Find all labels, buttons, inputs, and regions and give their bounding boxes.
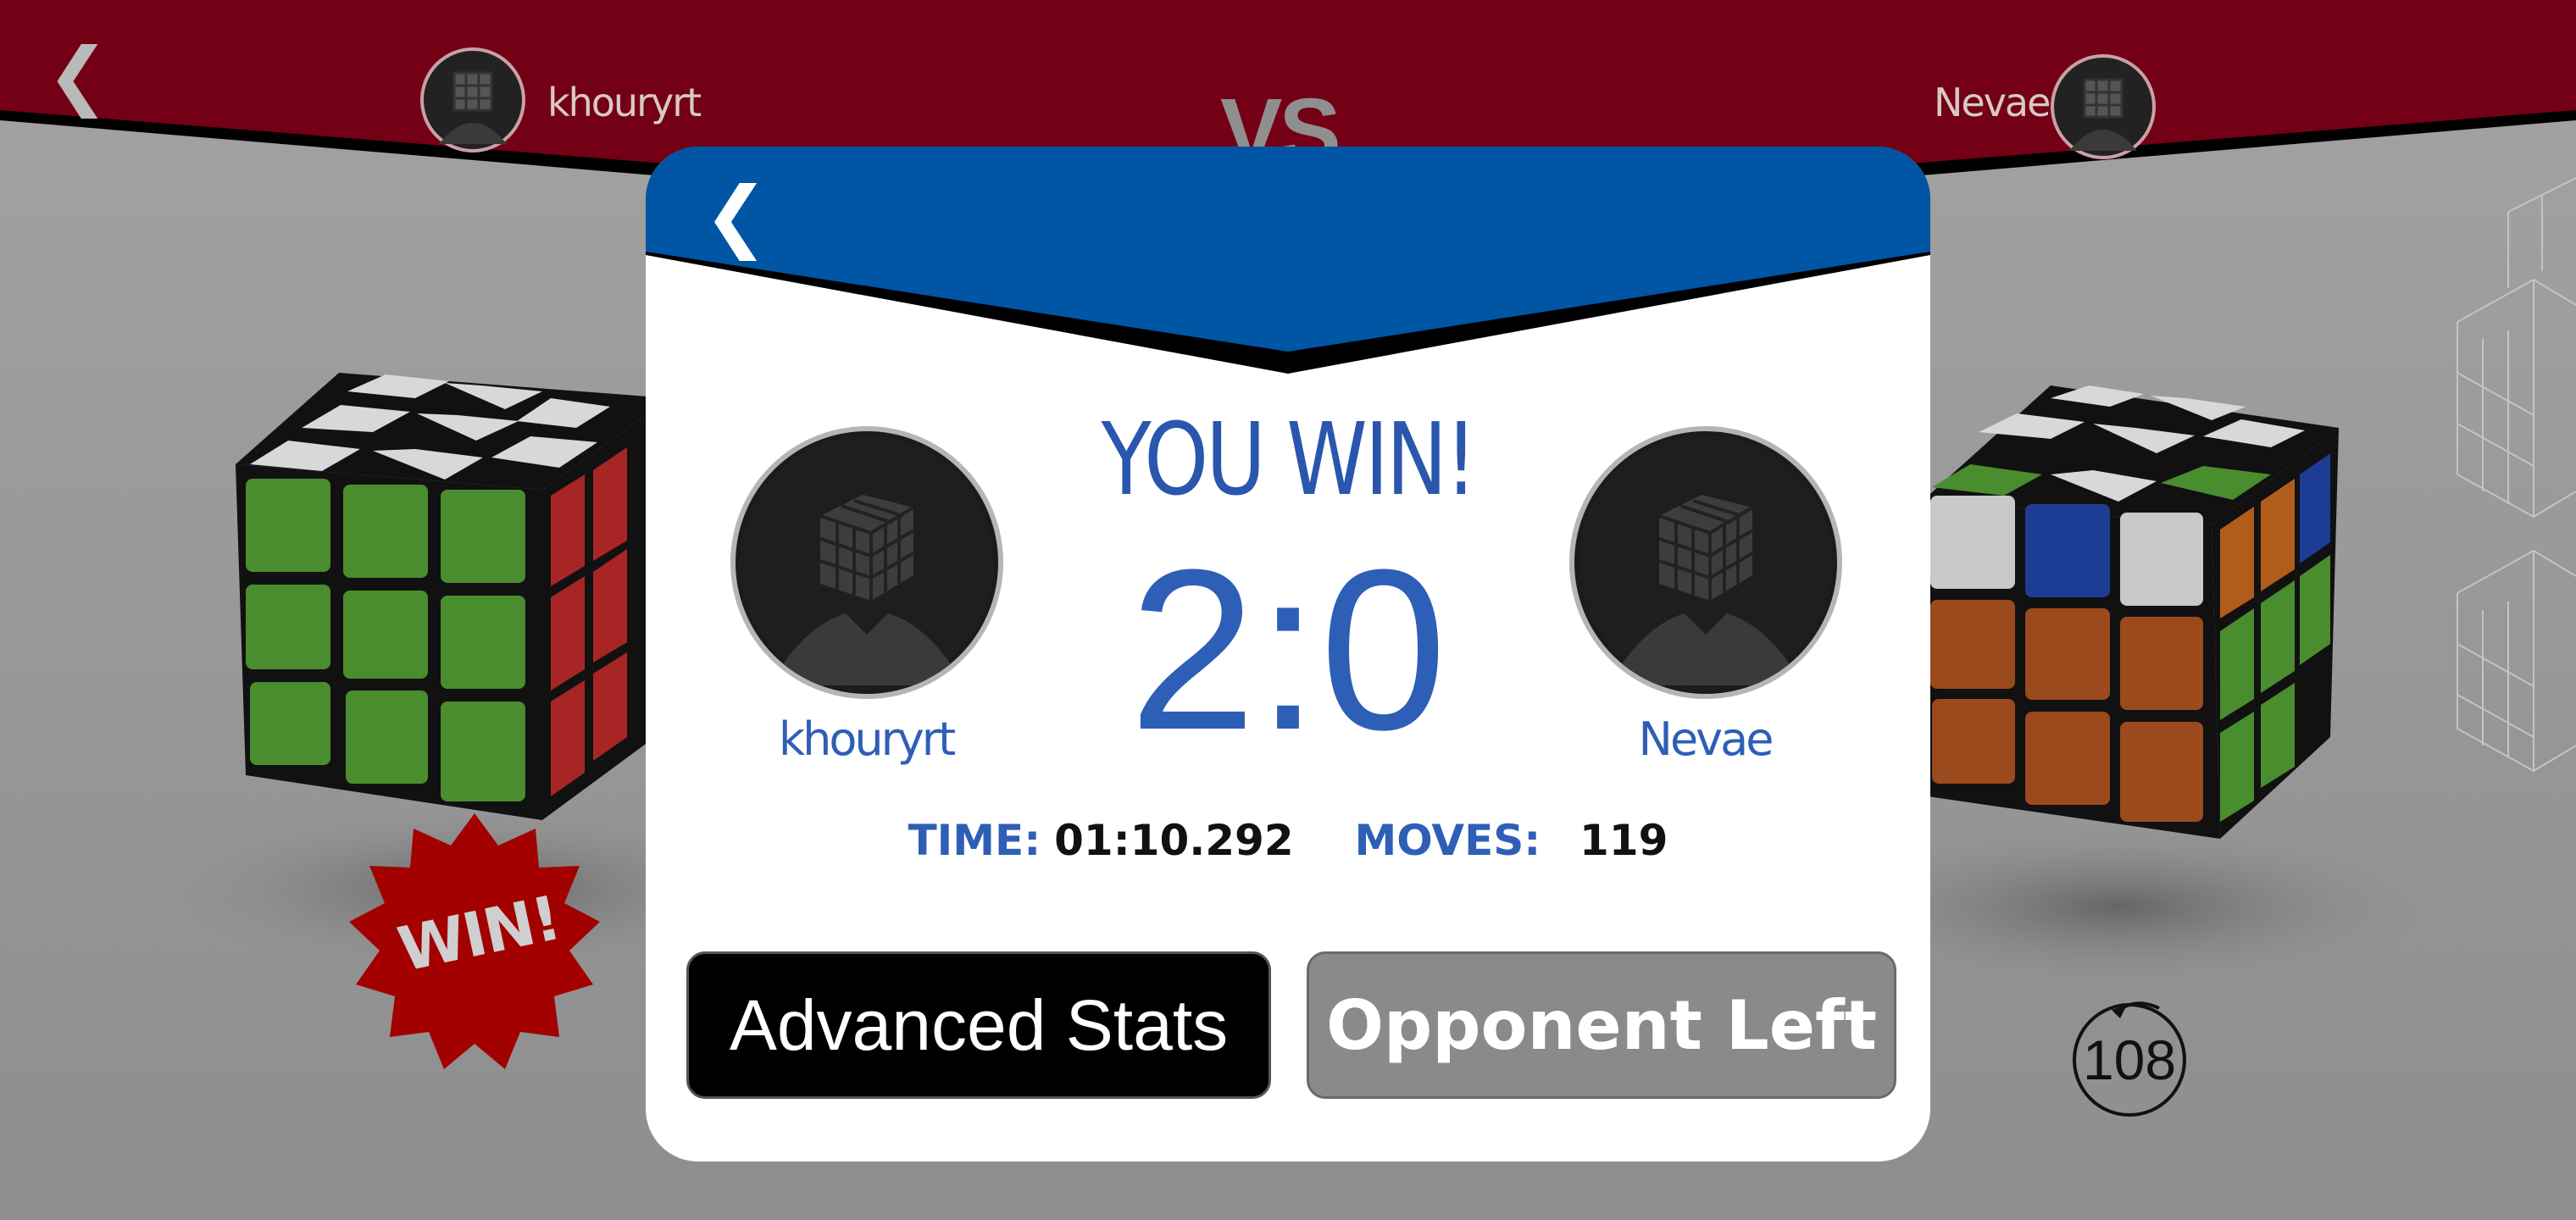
modal-back-button[interactable]: ❮ (703, 177, 769, 255)
time-label: TIME: (908, 816, 1041, 865)
header-avatar-left (420, 47, 525, 152)
result-modal: ❮ khouryrt YOU WIN! 2:0 Nevae TIME: 01:1… (646, 147, 1930, 1162)
moves-value: 119 (1579, 816, 1668, 865)
header-player-right-name: Nevae (1934, 80, 2051, 125)
move-counter[interactable]: 108 (2073, 1003, 2186, 1117)
left-rubiks-cube (236, 373, 678, 820)
right-rubiks-cube (1924, 385, 2339, 839)
cube-avatar-icon (1579, 435, 1833, 690)
moves-label: MOVES: (1354, 816, 1541, 865)
match-stats: TIME: 01:10.292 MOVES: 119 (646, 816, 1930, 865)
advanced-stats-button[interactable]: Advanced Stats (686, 951, 1271, 1099)
modal-header-band (646, 147, 1930, 374)
cube-avatar-icon (2069, 78, 2137, 151)
header-back-button[interactable]: ❮ (47, 38, 109, 113)
time-value: 01:10.292 (1054, 816, 1294, 865)
player-right-name: Nevae (1638, 713, 1774, 766)
cube-avatar-icon (439, 71, 507, 144)
opponent-left-button[interactable]: Opponent Left (1307, 951, 1896, 1099)
header-avatar-right (2051, 54, 2156, 159)
header-player-left-name: khouryrt (547, 80, 702, 125)
player-right-avatar (1569, 426, 1842, 699)
